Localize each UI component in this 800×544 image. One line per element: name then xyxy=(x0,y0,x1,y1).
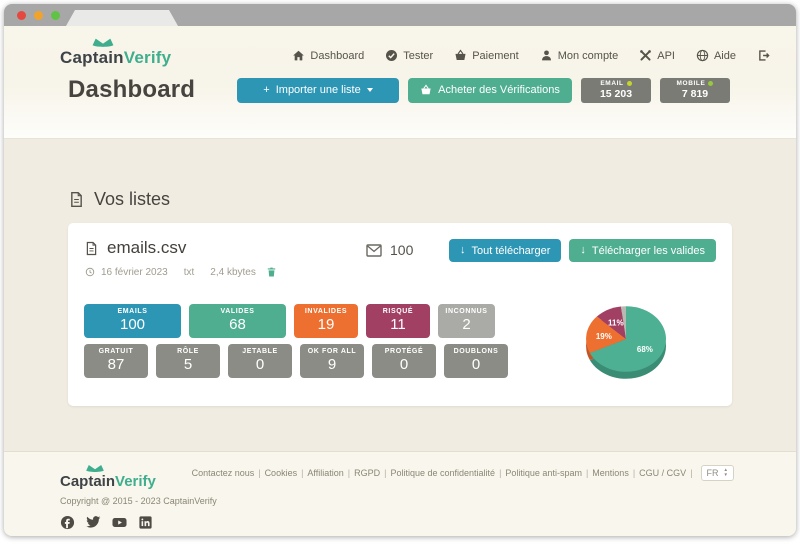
download-valid-button[interactable]: ↓ Télécharger les valides xyxy=(569,239,716,262)
globe-icon xyxy=(696,49,709,62)
minimize-window-button[interactable] xyxy=(34,11,43,20)
dashboard-header-row: Dashboard + Importer une liste Acheter d… xyxy=(4,68,796,104)
stat-ok-for-all: OK FOR ALL9 xyxy=(300,344,364,378)
stats-grid: EMAILS100 VALIDES68 INVALIDES19 RISQUÉ11… xyxy=(84,304,514,378)
download-icon: ↓ xyxy=(460,245,466,256)
nav-api[interactable]: API xyxy=(639,49,675,62)
stat-jetable: JETABLE0 xyxy=(228,344,292,378)
footer-link[interactable]: Affiliation xyxy=(307,468,354,478)
zoom-window-button[interactable] xyxy=(51,11,60,20)
basket-icon xyxy=(454,49,467,62)
document-icon xyxy=(68,190,85,209)
stat-risque: RISQUÉ11 xyxy=(366,304,430,338)
download-all-button[interactable]: ↓ Tout télécharger xyxy=(449,239,561,262)
stat-role: RÔLE5 xyxy=(156,344,220,378)
footer-links: Contactez nous Cookies Affiliation RGPD … xyxy=(192,465,734,481)
chevron-down-icon xyxy=(367,88,373,92)
captainverify-crown-icon xyxy=(84,462,106,473)
footer-link[interactable]: Contactez nous xyxy=(192,468,265,478)
file-header: emails.csv 16 février 2023 txt 2,4 kbyte… xyxy=(84,236,716,282)
captainverify-crown-icon xyxy=(90,35,116,48)
header-actions: + Importer une liste Acheter des Vérific… xyxy=(237,78,730,103)
stats-row-2: GRATUIT87 RÔLE5 JETABLE0 OK FOR ALL9 PRO… xyxy=(84,344,514,378)
file-date: 16 février 2023 xyxy=(101,267,168,278)
email-count: 100 xyxy=(366,242,413,258)
logo-text: CaptainVerify xyxy=(60,48,171,68)
select-arrows-icon: ▲▼ xyxy=(724,468,728,478)
twitter-icon[interactable] xyxy=(86,515,101,535)
nav-paiement[interactable]: Paiement xyxy=(454,49,518,62)
pie-label: 11% xyxy=(608,319,624,328)
download-icon: ↓ xyxy=(580,245,586,256)
mobile-credits-badge[interactable]: MOBILE 7 819 xyxy=(660,78,730,103)
file-name: emails.csv xyxy=(107,238,186,258)
page-title: Dashboard xyxy=(68,76,195,104)
close-window-button[interactable] xyxy=(17,11,26,20)
email-credits-value: 15 203 xyxy=(600,88,632,100)
lists-section-title: Vos listes xyxy=(68,189,728,210)
facebook-icon[interactable] xyxy=(60,515,75,535)
nav-tester[interactable]: Tester xyxy=(385,49,433,62)
footer-link[interactable]: Politique de confidentialité xyxy=(390,468,505,478)
info-icon xyxy=(627,81,632,86)
info-icon xyxy=(708,81,713,86)
logout-button[interactable] xyxy=(757,49,770,62)
file-type: txt xyxy=(184,267,195,278)
stat-emails: EMAILS100 xyxy=(84,304,181,338)
nav-mon-compte[interactable]: Mon compte xyxy=(540,49,619,62)
mobile-credits-value: 7 819 xyxy=(682,88,708,100)
email-credits-badge[interactable]: EMAIL 15 203 xyxy=(581,78,651,103)
page-footer: CaptainVerify Copyright @ 2015 - 2023 Ca… xyxy=(4,451,796,536)
footer-link[interactable]: CGU / CGV xyxy=(639,468,696,478)
pie-chart: 68% 19% 11% xyxy=(542,287,706,401)
footer-link[interactable]: Cookies xyxy=(265,468,308,478)
nav-dashboard[interactable]: Dashboard xyxy=(292,49,364,62)
language-select[interactable]: FR ▲▼ xyxy=(701,465,734,481)
list-card: emails.csv 16 février 2023 txt 2,4 kbyte… xyxy=(68,223,732,406)
footer-link[interactable]: RGPD xyxy=(354,468,390,478)
download-buttons: ↓ Tout télécharger ↓ Télécharger les val… xyxy=(449,239,716,262)
file-icon xyxy=(84,240,99,257)
file-title: emails.csv xyxy=(84,238,186,258)
stat-gratuit: GRATUIT87 xyxy=(84,344,148,378)
plus-icon: + xyxy=(263,84,269,96)
stat-doublons: DOUBLONS0 xyxy=(444,344,508,378)
footer-link[interactable]: Mentions xyxy=(592,468,639,478)
top-navbar: CaptainVerify Dashboard Tester Paiement xyxy=(4,26,796,68)
social-links xyxy=(60,515,732,535)
stats-row-1: EMAILS100 VALIDES68 INVALIDES19 RISQUÉ11… xyxy=(84,304,514,338)
user-icon xyxy=(540,49,553,62)
nav-aide[interactable]: Aide xyxy=(696,49,736,62)
stat-valides: VALIDES68 xyxy=(189,304,286,338)
youtube-icon[interactable] xyxy=(112,515,127,535)
footer-link[interactable]: Politique anti-spam xyxy=(505,468,592,478)
trash-icon[interactable] xyxy=(266,266,277,278)
logout-icon xyxy=(757,49,770,62)
linkedin-icon[interactable] xyxy=(138,515,153,535)
file-meta: 16 février 2023 txt 2,4 kbytes xyxy=(85,266,277,278)
main-content: Vos listes emails.csv 16 février 2023 tx… xyxy=(4,138,796,451)
stat-protege: PROTÉGÉ0 xyxy=(372,344,436,378)
file-size: 2,4 kbytes xyxy=(210,267,256,278)
envelope-icon xyxy=(366,244,382,257)
home-icon xyxy=(292,49,305,62)
browser-window: CaptainVerify Dashboard Tester Paiement xyxy=(4,4,796,536)
page-header: CaptainVerify Dashboard Tester Paiement xyxy=(4,26,796,138)
window-titlebar xyxy=(4,4,796,26)
main-nav: Dashboard Tester Paiement Mon compte API xyxy=(292,35,770,62)
stat-inconnus: INCONNUS2 xyxy=(438,304,495,338)
pie-label: 68% xyxy=(637,345,653,354)
basket-icon xyxy=(420,84,432,96)
copyright-text: Copyright @ 2015 - 2023 CaptainVerify xyxy=(60,496,732,506)
import-list-button[interactable]: + Importer une liste xyxy=(237,78,399,103)
check-circle-icon xyxy=(385,49,398,62)
stat-invalides: INVALIDES19 xyxy=(294,304,358,338)
clock-icon xyxy=(85,267,95,277)
logo[interactable]: CaptainVerify xyxy=(60,35,171,68)
traffic-lights xyxy=(17,11,60,20)
pie-label: 19% xyxy=(596,332,612,341)
tools-icon xyxy=(639,49,652,62)
buy-verifications-button[interactable]: Acheter des Vérifications xyxy=(408,78,572,103)
browser-tab[interactable] xyxy=(66,10,178,26)
